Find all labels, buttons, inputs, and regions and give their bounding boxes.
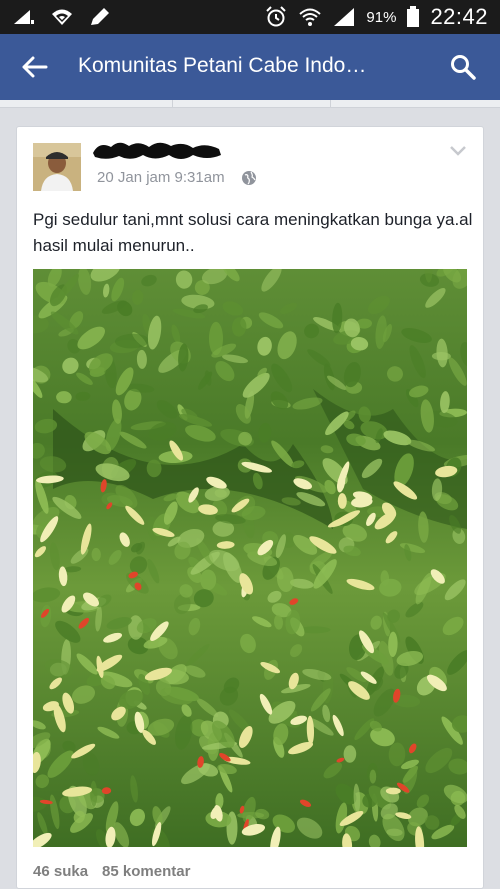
reaction-summary: 46 suka 85 komentar: [33, 863, 190, 880]
search-button[interactable]: [444, 48, 482, 86]
likes-count[interactable]: 46 suka: [33, 863, 88, 880]
avatar[interactable]: [33, 143, 81, 191]
tab-divider: [172, 100, 173, 108]
yellow-chili: [385, 787, 401, 795]
tab-divider: [330, 100, 331, 108]
post-text: Pgi sedulur tani,mnt solusi cara meningk…: [33, 210, 473, 255]
cell-signal-icon: [334, 8, 355, 26]
signal-bars-icon: [14, 10, 34, 24]
leaf: [369, 769, 377, 784]
battery-icon: [407, 6, 420, 27]
arrow-left-icon: [22, 56, 48, 78]
tab-strip: [0, 100, 500, 108]
avatar-photo: [33, 143, 81, 191]
app-bar: Komunitas Petani Cabe Indo…: [0, 34, 500, 100]
status-bar: 91% 22:42: [0, 0, 500, 34]
post-card: 20 Jan jam 9:31am Pgi sedulur tani,mnt s…: [16, 126, 484, 889]
back-button[interactable]: [16, 48, 54, 86]
pencil-icon: [91, 8, 109, 25]
comments-count[interactable]: 85 komentar: [102, 863, 190, 880]
wifi-icon: [299, 8, 322, 26]
post-timestamp[interactable]: 20 Jan jam 9:31am: [97, 169, 225, 186]
leaf: [200, 569, 217, 591]
search-icon: [451, 55, 476, 80]
battery-percent: 91%: [366, 8, 397, 26]
chevron-down-icon[interactable]: [449, 145, 467, 157]
alarm-icon: [266, 6, 287, 27]
post-photo[interactable]: [33, 269, 467, 847]
post-meta: 20 Jan jam 9:31am: [97, 169, 257, 186]
globe-icon: [241, 170, 256, 185]
clock: 22:42: [430, 4, 488, 29]
page-title: Komunitas Petani Cabe Indo…: [78, 54, 367, 77]
author-name-redacted[interactable]: [89, 137, 225, 163]
wifi-icon: [52, 9, 72, 25]
chili-plants-image: [33, 269, 467, 847]
